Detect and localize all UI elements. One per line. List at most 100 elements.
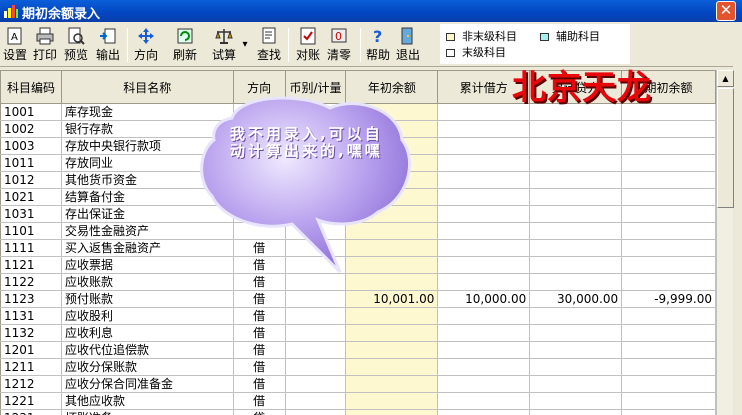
trial-balance-dropdown[interactable]: ▾ bbox=[240, 36, 250, 74]
cell-name[interactable]: 存出保证金 bbox=[60, 205, 234, 223]
table-row[interactable]: 1101 交易性金融资产 bbox=[0, 222, 716, 240]
cell-name[interactable]: 其他货币资金 bbox=[60, 171, 234, 189]
cell-balance[interactable] bbox=[621, 137, 716, 155]
scroll-up-button[interactable]: ▲ bbox=[717, 70, 734, 87]
cell-direction[interactable] bbox=[232, 205, 286, 223]
cell-debit[interactable] bbox=[437, 392, 531, 410]
table-row[interactable]: 1211 应收分保账款借 bbox=[0, 358, 716, 376]
cell-code[interactable]: 1201 bbox=[0, 341, 62, 359]
cell-name[interactable]: 银行存款 bbox=[60, 120, 234, 138]
cell-name[interactable]: 应收分保账款 bbox=[60, 358, 234, 376]
cell-code[interactable]: 1021 bbox=[0, 188, 62, 206]
cell-name[interactable]: 库存现金 bbox=[60, 103, 234, 121]
print-button[interactable]: 打印 bbox=[32, 27, 58, 65]
cell-debit[interactable] bbox=[437, 120, 531, 138]
cell-debit[interactable] bbox=[437, 222, 531, 240]
cell-currency[interactable] bbox=[284, 171, 347, 189]
cell-direction[interactable] bbox=[232, 188, 286, 206]
cell-name[interactable]: 买入返售金融资产 bbox=[60, 239, 234, 257]
cell-debit[interactable] bbox=[437, 341, 531, 359]
cell-currency[interactable] bbox=[284, 307, 347, 325]
cell-code[interactable]: 1121 bbox=[0, 256, 62, 274]
cell-credit[interactable] bbox=[529, 188, 623, 206]
cell-debit[interactable] bbox=[437, 171, 531, 189]
cell-code[interactable]: 1001 bbox=[0, 103, 62, 121]
cell-debit[interactable] bbox=[437, 239, 531, 257]
cell-debit[interactable] bbox=[437, 188, 531, 206]
cell-credit[interactable] bbox=[529, 256, 623, 274]
cell-name[interactable]: 其他应收款 bbox=[60, 392, 234, 410]
cell-balance[interactable] bbox=[621, 324, 716, 342]
cell-currency[interactable] bbox=[284, 375, 347, 393]
balance-grid[interactable]: 科目编码 科目名称 方向 币别/计量 年初余额 累计借方 累计贷方 期初余额 1… bbox=[0, 70, 716, 415]
cell-code[interactable]: 1122 bbox=[0, 273, 62, 291]
cell-credit[interactable] bbox=[529, 222, 623, 240]
cell-name[interactable]: 应收分保合同准备金 bbox=[60, 375, 234, 393]
cell-debit[interactable] bbox=[437, 154, 531, 172]
cell-code[interactable]: 1221 bbox=[0, 392, 62, 410]
cell-opening[interactable] bbox=[345, 273, 439, 291]
cell-opening[interactable] bbox=[345, 188, 439, 206]
col-header-code[interactable]: 科目编码 bbox=[0, 70, 62, 104]
table-row[interactable]: 1221 其他应收款借 bbox=[0, 392, 716, 410]
cell-credit[interactable] bbox=[529, 171, 623, 189]
close-button[interactable]: ✕ bbox=[716, 1, 736, 21]
cell-code[interactable]: 1031 bbox=[0, 205, 62, 223]
cell-direction[interactable]: 借 bbox=[232, 358, 286, 376]
cell-code[interactable]: 1131 bbox=[0, 307, 62, 325]
cell-name[interactable]: 坏账准备 bbox=[60, 409, 234, 415]
cell-balance[interactable]: -9,999.00 bbox=[621, 290, 716, 308]
trial-balance-button[interactable]: 试算 bbox=[210, 27, 238, 65]
cell-balance[interactable] bbox=[621, 273, 716, 291]
cell-credit[interactable] bbox=[529, 307, 623, 325]
cell-balance[interactable] bbox=[621, 171, 716, 189]
table-row[interactable]: 1121 应收票据借 bbox=[0, 256, 716, 274]
col-header-name[interactable]: 科目名称 bbox=[60, 70, 234, 104]
cell-currency[interactable] bbox=[284, 358, 347, 376]
cell-debit[interactable] bbox=[437, 307, 531, 325]
table-row[interactable]: 1031 存出保证金 bbox=[0, 205, 716, 223]
cell-direction[interactable]: 借 bbox=[232, 273, 286, 291]
cell-direction[interactable] bbox=[232, 171, 286, 189]
preview-button[interactable]: 预览 bbox=[62, 27, 90, 65]
cell-code[interactable]: 1123 bbox=[0, 290, 62, 308]
cell-credit[interactable] bbox=[529, 324, 623, 342]
export-button[interactable]: 输出 bbox=[94, 27, 122, 65]
cell-debit[interactable] bbox=[437, 375, 531, 393]
cell-balance[interactable] bbox=[621, 307, 716, 325]
settings-button[interactable]: A 设置 bbox=[2, 27, 28, 65]
cell-opening[interactable] bbox=[345, 205, 439, 223]
cell-direction[interactable]: 借 bbox=[232, 341, 286, 359]
cell-opening[interactable] bbox=[345, 358, 439, 376]
cell-opening[interactable] bbox=[345, 222, 439, 240]
col-header-direction[interactable]: 方向 bbox=[232, 70, 286, 104]
cell-code[interactable]: 1212 bbox=[0, 375, 62, 393]
cell-currency[interactable] bbox=[284, 341, 347, 359]
cell-direction[interactable] bbox=[232, 103, 286, 121]
cell-debit[interactable]: 10,000.00 bbox=[437, 290, 531, 308]
cell-debit[interactable] bbox=[437, 324, 531, 342]
cell-direction[interactable] bbox=[232, 222, 286, 240]
cell-balance[interactable] bbox=[621, 375, 716, 393]
cell-name[interactable]: 应收票据 bbox=[60, 256, 234, 274]
cell-name[interactable]: 应收账款 bbox=[60, 273, 234, 291]
cell-currency[interactable] bbox=[284, 273, 347, 291]
cell-credit[interactable] bbox=[529, 375, 623, 393]
cell-opening[interactable] bbox=[345, 256, 439, 274]
cell-currency[interactable] bbox=[284, 222, 347, 240]
cell-direction[interactable]: 借 bbox=[232, 392, 286, 410]
cell-opening[interactable] bbox=[345, 103, 439, 121]
cell-currency[interactable] bbox=[284, 239, 347, 257]
cell-balance[interactable] bbox=[621, 409, 716, 415]
table-row[interactable]: 1212 应收分保合同准备金借 bbox=[0, 375, 716, 393]
cell-credit[interactable] bbox=[529, 120, 623, 138]
cell-credit[interactable] bbox=[529, 392, 623, 410]
cell-direction[interactable]: 借 bbox=[232, 375, 286, 393]
cell-code[interactable]: 1111 bbox=[0, 239, 62, 257]
cell-currency[interactable] bbox=[284, 103, 347, 121]
cell-name[interactable]: 应收代位追偿款 bbox=[60, 341, 234, 359]
cell-direction[interactable]: 借 bbox=[232, 290, 286, 308]
help-button[interactable]: ? 帮助 bbox=[364, 27, 392, 65]
table-row[interactable]: 1123 预付账款借 10,001.00 10,000.00 30,000.00 -9,9… bbox=[0, 290, 716, 308]
table-row[interactable]: 1111 买入返售金融资产借 bbox=[0, 239, 716, 257]
